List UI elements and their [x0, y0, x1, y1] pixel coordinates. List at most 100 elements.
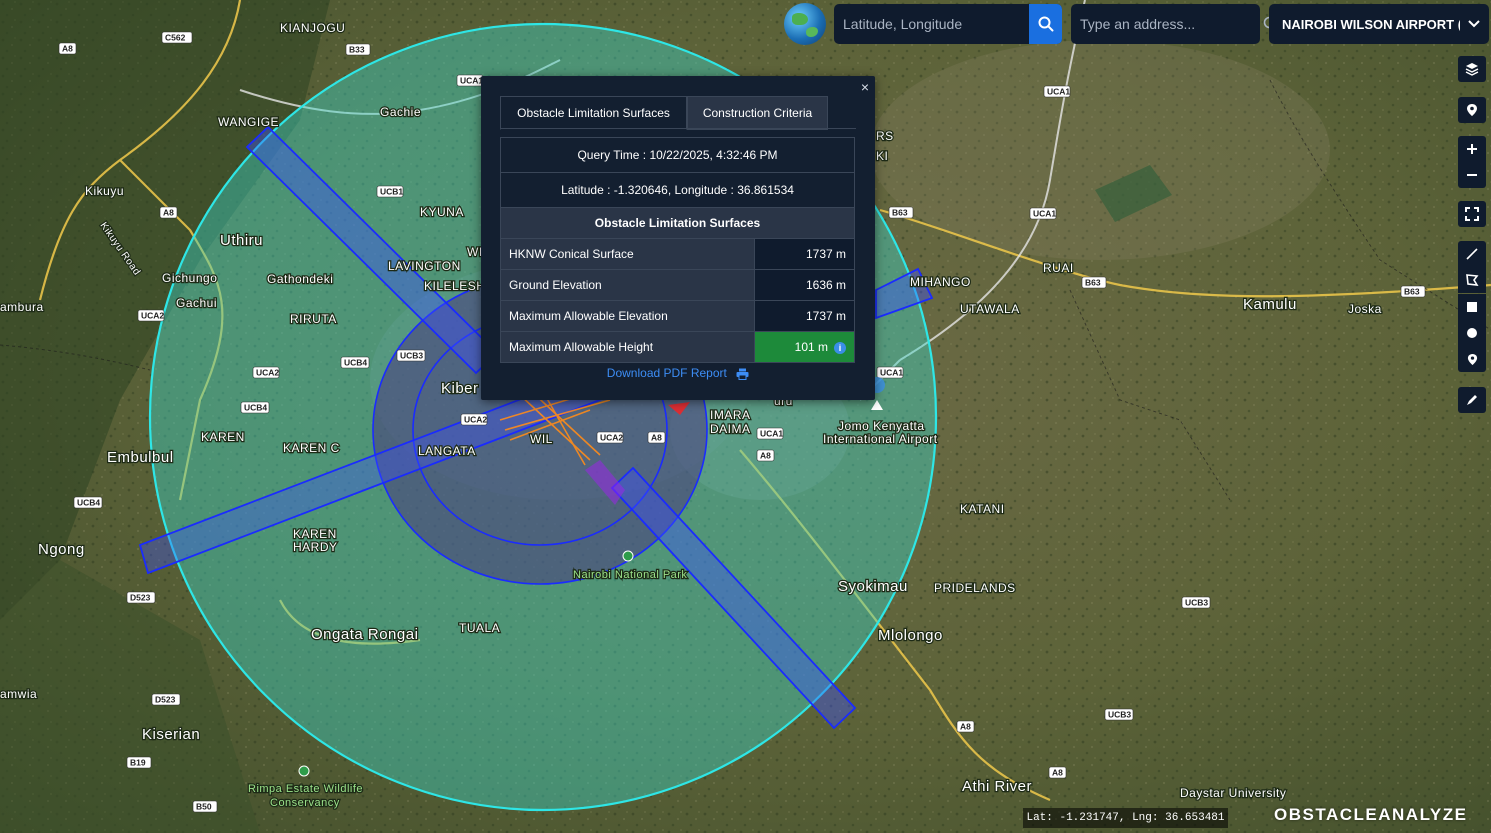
- table-row: Maximum Allowable Elevation 1737 m: [500, 300, 855, 332]
- edit-button[interactable]: [1458, 387, 1486, 413]
- svg-text:UCB4: UCB4: [344, 358, 367, 368]
- svg-text:A8: A8: [760, 451, 771, 461]
- svg-text:UCA2: UCA2: [600, 433, 623, 443]
- zoom-in-icon: [1467, 144, 1477, 154]
- svg-text:KYUNA: KYUNA: [420, 205, 464, 219]
- svg-text:UCA2: UCA2: [464, 415, 487, 425]
- download-pdf-label: Download PDF Report: [606, 366, 727, 380]
- svg-text:A8: A8: [960, 722, 971, 732]
- svg-text:Ongata Rongai: Ongata Rongai: [311, 626, 418, 643]
- svg-text:ambura: ambura: [0, 300, 44, 314]
- globe-icon[interactable]: [784, 3, 826, 45]
- svg-text:Gachie: Gachie: [380, 105, 421, 119]
- airport-select-value: NAIROBI WILSON AIRPORT (HI: [1282, 16, 1460, 32]
- draw-rectangle-icon: [1467, 302, 1477, 312]
- zoom-in-button[interactable]: [1458, 136, 1486, 162]
- draw-polygon-button[interactable]: [1458, 267, 1486, 293]
- download-pdf-link[interactable]: Download PDF Report: [481, 366, 875, 380]
- svg-text:Gichungo: Gichungo: [162, 271, 217, 285]
- svg-text:KI: KI: [876, 149, 888, 163]
- coordinate-search-button[interactable]: [1029, 4, 1062, 44]
- draw-marker-icon: [1467, 353, 1477, 365]
- svg-text:A8: A8: [1052, 768, 1063, 778]
- svg-text:B63: B63: [892, 208, 908, 218]
- zoom-out-button[interactable]: [1458, 162, 1486, 188]
- draw-polygon-icon: [1466, 274, 1479, 286]
- tab-construction-criteria[interactable]: Construction Criteria: [687, 96, 828, 130]
- draw-line-icon: [1466, 248, 1478, 260]
- svg-text:KILELESH: KILELESH: [424, 279, 485, 293]
- airport-select[interactable]: NAIROBI WILSON AIRPORT (HI: [1269, 4, 1489, 44]
- close-icon[interactable]: ×: [861, 79, 869, 95]
- svg-text:UCA1: UCA1: [880, 368, 903, 378]
- svg-text:UCA1: UCA1: [760, 429, 783, 439]
- svg-text:KIANJOGU: KIANJOGU: [280, 21, 345, 35]
- svg-text:Jomo Kenyatta: Jomo Kenyatta: [838, 419, 925, 433]
- svg-text:A8: A8: [62, 44, 73, 54]
- svg-text:A8: A8: [163, 208, 174, 218]
- layers-button[interactable]: [1458, 56, 1486, 82]
- svg-text:Daystar University: Daystar University: [1180, 786, 1286, 800]
- svg-text:Gachui: Gachui: [176, 296, 217, 310]
- svg-text:DAIMA: DAIMA: [710, 422, 751, 436]
- pin-icon: [1467, 104, 1477, 116]
- draw-circle-icon: [1467, 328, 1477, 338]
- svg-text:B63: B63: [1404, 287, 1420, 297]
- table-row: Maximum Allowable Height 101 m i: [500, 331, 855, 363]
- svg-text:UCA2: UCA2: [141, 311, 164, 321]
- svg-text:Syokimau: Syokimau: [838, 578, 908, 595]
- svg-text:Kiserian: Kiserian: [142, 726, 200, 743]
- svg-text:International Airport: International Airport: [823, 432, 938, 446]
- brand-logo: OBSTACLEANALYZE: [1274, 805, 1468, 824]
- svg-text:UCB4: UCB4: [244, 403, 267, 413]
- svg-text:RIRUTA: RIRUTA: [290, 312, 337, 326]
- row-label: Ground Elevation: [500, 269, 755, 301]
- svg-text:amwia: amwia: [0, 687, 37, 701]
- svg-text:Athi River: Athi River: [962, 778, 1032, 795]
- svg-text:Ngong: Ngong: [38, 541, 85, 558]
- svg-text:KAREN: KAREN: [201, 430, 245, 444]
- draw-circle-button[interactable]: [1458, 320, 1486, 346]
- svg-text:Mlolongo: Mlolongo: [878, 627, 943, 644]
- svg-text:UCB1: UCB1: [380, 187, 403, 197]
- svg-text:D523: D523: [155, 695, 176, 705]
- row-label: HKNW Conical Surface: [500, 238, 755, 270]
- svg-text:WIL: WIL: [530, 432, 553, 446]
- locate-button[interactable]: [1458, 97, 1486, 123]
- svg-text:MIHANGO: MIHANGO: [910, 275, 971, 289]
- address-input[interactable]: [1071, 3, 1263, 45]
- draw-marker-button[interactable]: [1458, 346, 1486, 372]
- layers-icon: [1465, 63, 1479, 76]
- tab-obstacle-limitation-surfaces[interactable]: Obstacle Limitation Surfaces: [500, 96, 687, 130]
- fullscreen-button[interactable]: [1458, 201, 1486, 227]
- info-icon[interactable]: i: [834, 341, 846, 354]
- svg-text:Gathondeki: Gathondeki: [267, 272, 333, 286]
- svg-text:KATANI: KATANI: [960, 502, 1005, 516]
- row-value: 1737 m: [754, 238, 855, 270]
- svg-text:Kiber: Kiber: [441, 380, 479, 397]
- svg-text:LANGATA: LANGATA: [418, 444, 476, 458]
- svg-text:Uthiru: Uthiru: [220, 232, 263, 249]
- address-search: [1071, 3, 1279, 45]
- row-label: Maximum Allowable Height: [500, 331, 755, 363]
- svg-text:Joska: Joska: [1348, 302, 1382, 316]
- svg-text:UCB4: UCB4: [77, 498, 100, 508]
- svg-text:UCB3: UCB3: [1185, 598, 1208, 608]
- svg-text:UCA1: UCA1: [460, 76, 483, 86]
- search-icon: [1038, 16, 1053, 32]
- svg-text:TUALA: TUALA: [459, 621, 500, 635]
- row-value: 1636 m: [754, 269, 855, 301]
- query-result-popup: × Obstacle Limitation Surfaces Construct…: [481, 76, 875, 400]
- draw-rectangle-button[interactable]: [1458, 294, 1486, 320]
- query-coordinates: Latitude : -1.320646, Longitude : 36.861…: [500, 172, 855, 208]
- svg-text:B33: B33: [349, 45, 365, 55]
- edit-icon: [1467, 395, 1477, 405]
- svg-text:B50: B50: [196, 802, 212, 812]
- cursor-coordinates: Lat: -1.231747, Lng: 36.653481: [1023, 808, 1228, 828]
- max-height-value-cell: 101 m i: [754, 331, 855, 363]
- svg-text:UTAWALA: UTAWALA: [960, 302, 1020, 316]
- svg-text:WANGIGE: WANGIGE: [218, 115, 279, 129]
- coordinate-input[interactable]: [834, 4, 1029, 44]
- draw-line-button[interactable]: [1458, 241, 1486, 267]
- svg-text:KAREN: KAREN: [293, 527, 337, 541]
